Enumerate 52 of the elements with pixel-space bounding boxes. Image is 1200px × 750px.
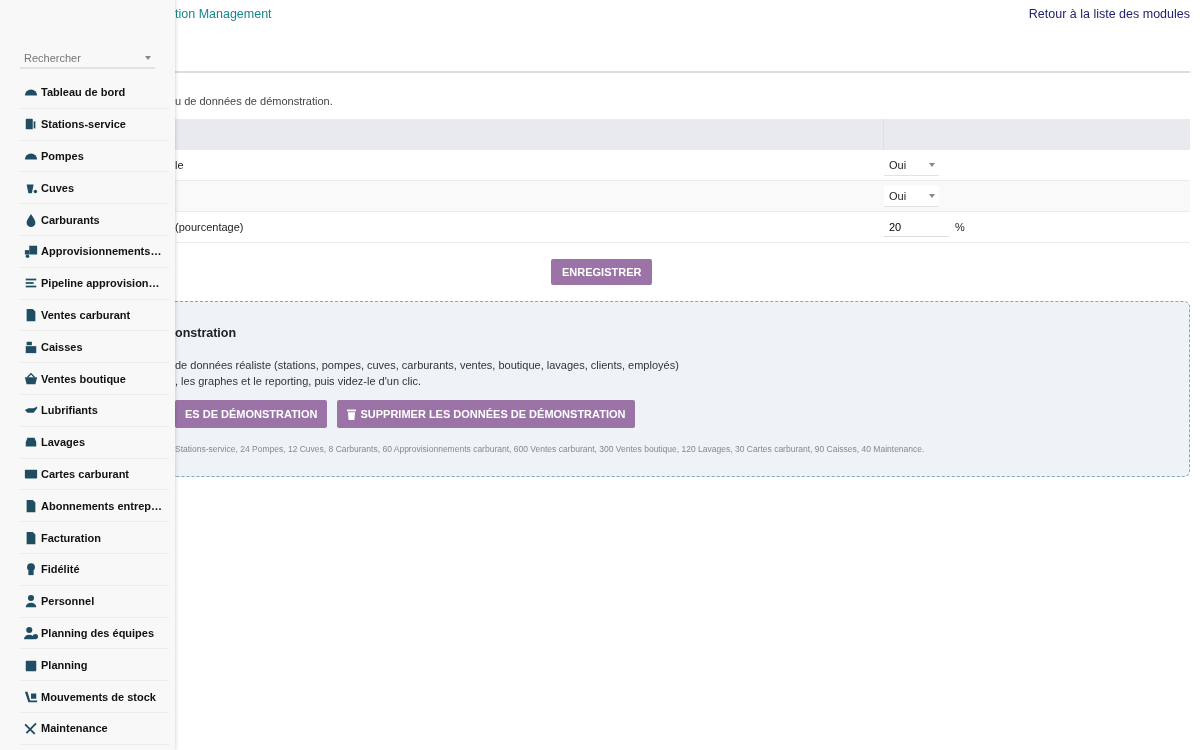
receipt-icon [24, 307, 38, 322]
caret-icon [929, 193, 935, 198]
sidebar-item[interactable]: Ventes carburant [20, 299, 169, 332]
doc-icon [24, 498, 38, 513]
caret-icon [929, 162, 935, 167]
drop-icon [24, 212, 38, 227]
pump-icon [24, 117, 38, 132]
sidebar-item[interactable]: Lubrifiants [20, 394, 169, 427]
sidebar-item[interactable]: Planning [20, 649, 169, 682]
sidebar-item[interactable]: Personnel [20, 585, 169, 618]
sidebar-item[interactable]: Fidélité [20, 553, 169, 586]
setting-label: (pourcentage) [175, 221, 244, 233]
sidebar-item[interactable]: Approvisionnements… [20, 236, 169, 268]
info-text: , les graphes et le reporting, puis videz-le d'un clic. [175, 375, 423, 387]
sidebar-item[interactable]: Lavages [20, 426, 169, 459]
doc-icon [24, 530, 38, 545]
delete-button[interactable]: SUPPRIMER LES DONNÉES DE DÉMONSTRATION [337, 400, 636, 428]
register-icon [24, 339, 38, 354]
search-field[interactable]: Rechercher [20, 49, 155, 69]
people-icon [24, 625, 38, 640]
save-button[interactable]: ENREGISTRER [551, 259, 653, 285]
sidebar-item[interactable]: Cartes carburant [20, 458, 169, 491]
sidebar-item[interactable]: Ventes boutique [20, 363, 169, 395]
sidebar-item[interactable]: Caisses [20, 331, 169, 364]
description-text: u de données de démonstration. [175, 95, 334, 107]
sidebar-item[interactable]: Tableau de bord [20, 77, 169, 109]
sidebar-item[interactable]: Cuves [20, 172, 169, 205]
number-field[interactable]: 20 [884, 217, 949, 237]
person-icon [24, 594, 38, 609]
sidebar-item[interactable]: Maintenance [20, 712, 169, 745]
sidebar-item[interactable]: Stations-service [20, 108, 169, 141]
select-field[interactable]: Oui [884, 185, 939, 207]
info-text: de données réaliste (stations, pompes, cuves, carburants, ventes, boutique, lavages, clients, employés) [175, 359, 680, 371]
basket-icon [24, 371, 38, 386]
back-link[interactable]: Retour à la liste des modules [1028, 7, 1190, 21]
sidebar-item[interactable]: Facturation [20, 522, 169, 554]
caret-icon [145, 56, 151, 60]
page-title: tion Management [175, 7, 272, 21]
trash-icon [347, 408, 357, 420]
sidebar-item[interactable]: Pompes [20, 140, 169, 173]
note-text: Stations-service, 24 Pompes, 12 Cuves, 8 Carburants, 60 Approvisionnements carburant, 600 Ventes carburant, 300 Ventes boutique, 120 Lavages, 30 Cartes carburant, 90 Caisses, 40 Maintenance. [175, 444, 926, 454]
sidebar-item[interactable]: Pipeline approvision… [20, 267, 169, 300]
unit-label: % [955, 221, 965, 233]
truck-icon [24, 244, 38, 259]
sidebar-item[interactable]: Carburants [20, 204, 169, 236]
sidebar-item[interactable]: Abonnements entrep… [20, 490, 169, 523]
sidebar-item[interactable]: Planning des équipes [20, 617, 169, 650]
dolly-icon [24, 689, 38, 704]
section-title: onstration [175, 326, 238, 340]
setting-label: le [175, 159, 184, 171]
create-button[interactable]: ES DE DÉMONSTRATION [175, 400, 328, 428]
sidebar-item[interactable]: Mouvements de stock [20, 681, 169, 713]
